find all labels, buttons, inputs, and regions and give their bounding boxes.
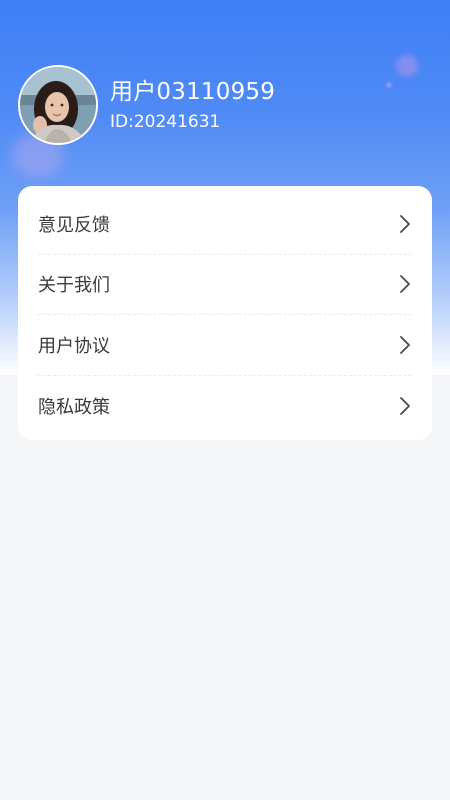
user-id: ID:20241631 bbox=[110, 112, 221, 132]
menu-item-privacy-policy[interactable]: 隐私政策 bbox=[38, 376, 412, 437]
menu-item-about-us[interactable]: 关于我们 bbox=[38, 255, 412, 315]
username: 用户03110959 bbox=[110, 79, 276, 105]
chevron-right-icon bbox=[400, 396, 410, 415]
menu-item-label: 用户协议 bbox=[38, 335, 110, 357]
menu-item-feedback[interactable]: 意见反馈 bbox=[38, 194, 412, 255]
chevron-right-icon bbox=[400, 275, 410, 294]
chevron-right-icon bbox=[400, 335, 410, 354]
decorative-bokeh bbox=[396, 55, 418, 77]
menu-item-label: 隐私政策 bbox=[38, 396, 110, 418]
chevron-right-icon bbox=[400, 214, 410, 233]
menu-item-label: 意见反馈 bbox=[38, 214, 110, 236]
menu-card: 意见反馈 关于我们 用户协议 隐私政策 bbox=[18, 186, 432, 440]
menu-item-user-agreement[interactable]: 用户协议 bbox=[38, 315, 412, 376]
avatar-photo-icon bbox=[20, 67, 96, 143]
avatar[interactable] bbox=[18, 65, 98, 145]
decorative-bokeh bbox=[386, 82, 392, 88]
menu-item-label: 关于我们 bbox=[38, 275, 110, 297]
